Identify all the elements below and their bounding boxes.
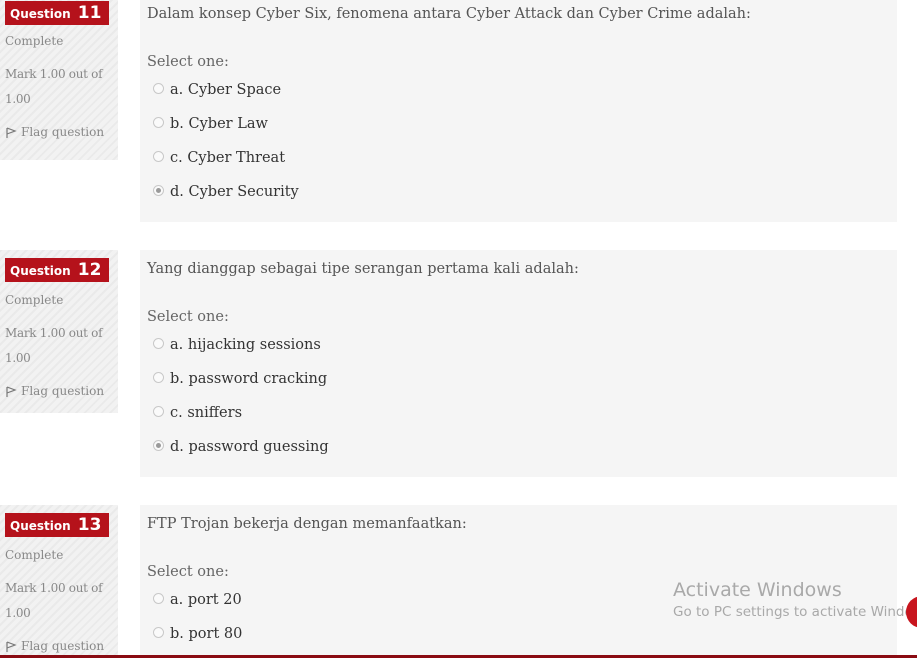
question-number-badge: Question 13 xyxy=(5,513,109,537)
answer-option[interactable]: b. Cyber Law xyxy=(153,116,268,132)
answer-option[interactable]: a. port 20 xyxy=(153,592,242,608)
select-one-prompt: Select one: xyxy=(147,54,229,70)
answer-option[interactable]: d. password guessing xyxy=(153,439,329,455)
flag-question-label: Flag question xyxy=(21,384,105,398)
answer-option-label: b. Cyber Law xyxy=(170,116,268,132)
question-grade: Mark 1.00 out of xyxy=(5,581,103,595)
radio-button-selected[interactable] xyxy=(153,184,164,196)
flag-icon xyxy=(6,641,17,652)
question-text: FTP Trojan bekerja dengan memanfaatkan: xyxy=(147,516,467,532)
question-grade: Mark 1.00 out of xyxy=(5,326,103,340)
question-label: Question xyxy=(10,7,71,21)
answer-option-label: a. port 20 xyxy=(170,592,242,608)
answer-option-label: a. hijacking sessions xyxy=(170,337,321,353)
question-grade: Mark 1.00 out of xyxy=(5,67,103,81)
answer-option[interactable]: b. password cracking xyxy=(153,371,327,387)
question-content: Dalam konsep Cyber Six, fenomena antara … xyxy=(140,0,897,222)
answer-option-label: a. Cyber Space xyxy=(170,82,282,98)
flag-icon xyxy=(6,386,17,397)
question-grade-value: 1.00 xyxy=(5,606,31,620)
flag-question-link[interactable]: Flag question xyxy=(5,125,104,139)
question-info: Question 13 Complete Mark 1.00 out of 1.… xyxy=(0,505,118,658)
radio-button[interactable] xyxy=(153,116,164,128)
question-number-badge: Question 12 xyxy=(5,258,109,282)
answer-option-label: d. password guessing xyxy=(170,439,329,455)
radio-button[interactable] xyxy=(153,626,164,638)
question-text: Dalam konsep Cyber Six, fenomena antara … xyxy=(147,6,751,22)
radio-button[interactable] xyxy=(153,592,164,604)
radio-button[interactable] xyxy=(153,150,164,162)
answer-option[interactable]: a. Cyber Space xyxy=(153,82,281,98)
question-number: 13 xyxy=(77,515,102,535)
activate-windows-title: Activate Windows xyxy=(673,579,842,601)
radio-button[interactable] xyxy=(153,405,164,417)
question-grade-value: 1.00 xyxy=(5,351,31,365)
activate-windows-subtitle: Go to PC settings to activate Windows. xyxy=(673,604,917,620)
radio-button[interactable] xyxy=(153,337,164,349)
answer-option-label: b. password cracking xyxy=(170,371,328,387)
flag-question-label: Flag question xyxy=(21,125,105,139)
answer-option-label: b. port 80 xyxy=(170,626,243,642)
select-one-prompt: Select one: xyxy=(147,309,229,325)
question-text: Yang dianggap sebagai tipe serangan pert… xyxy=(147,261,579,277)
scroll-to-top-button[interactable] xyxy=(906,596,917,628)
answer-option-label: c. Cyber Threat xyxy=(170,150,286,166)
question-state: Complete xyxy=(5,293,64,307)
radio-button-selected[interactable] xyxy=(153,439,164,451)
question-state: Complete xyxy=(5,548,64,562)
answer-option[interactable]: a. hijacking sessions xyxy=(153,337,321,353)
answer-option[interactable]: b. port 80 xyxy=(153,626,242,642)
flag-icon xyxy=(6,127,17,138)
radio-button[interactable] xyxy=(153,82,164,94)
flag-question-link[interactable]: Flag question xyxy=(5,639,104,653)
question-info: Question 11 Complete Mark 1.00 out of 1.… xyxy=(0,0,118,160)
answer-option-label: d. Cyber Security xyxy=(170,184,299,200)
question-label: Question xyxy=(10,264,71,278)
question-number-badge: Question 11 xyxy=(5,1,109,25)
question-label: Question xyxy=(10,519,71,533)
answer-option[interactable]: c. sniffers xyxy=(153,405,242,421)
question-grade-value: 1.00 xyxy=(5,92,31,106)
question-number: 11 xyxy=(77,3,102,23)
question-number: 12 xyxy=(77,260,102,280)
answer-option-label: c. sniffers xyxy=(170,405,243,421)
question-info: Question 12 Complete Mark 1.00 out of 1.… xyxy=(0,250,118,413)
question-state: Complete xyxy=(5,34,64,48)
flag-question-label: Flag question xyxy=(21,639,105,653)
answer-option[interactable]: d. Cyber Security xyxy=(153,184,299,200)
select-one-prompt: Select one: xyxy=(147,564,229,580)
question-content: Yang dianggap sebagai tipe serangan pert… xyxy=(140,250,897,477)
answer-option[interactable]: c. Cyber Threat xyxy=(153,150,285,166)
radio-button[interactable] xyxy=(153,371,164,383)
flag-question-link[interactable]: Flag question xyxy=(5,384,104,398)
